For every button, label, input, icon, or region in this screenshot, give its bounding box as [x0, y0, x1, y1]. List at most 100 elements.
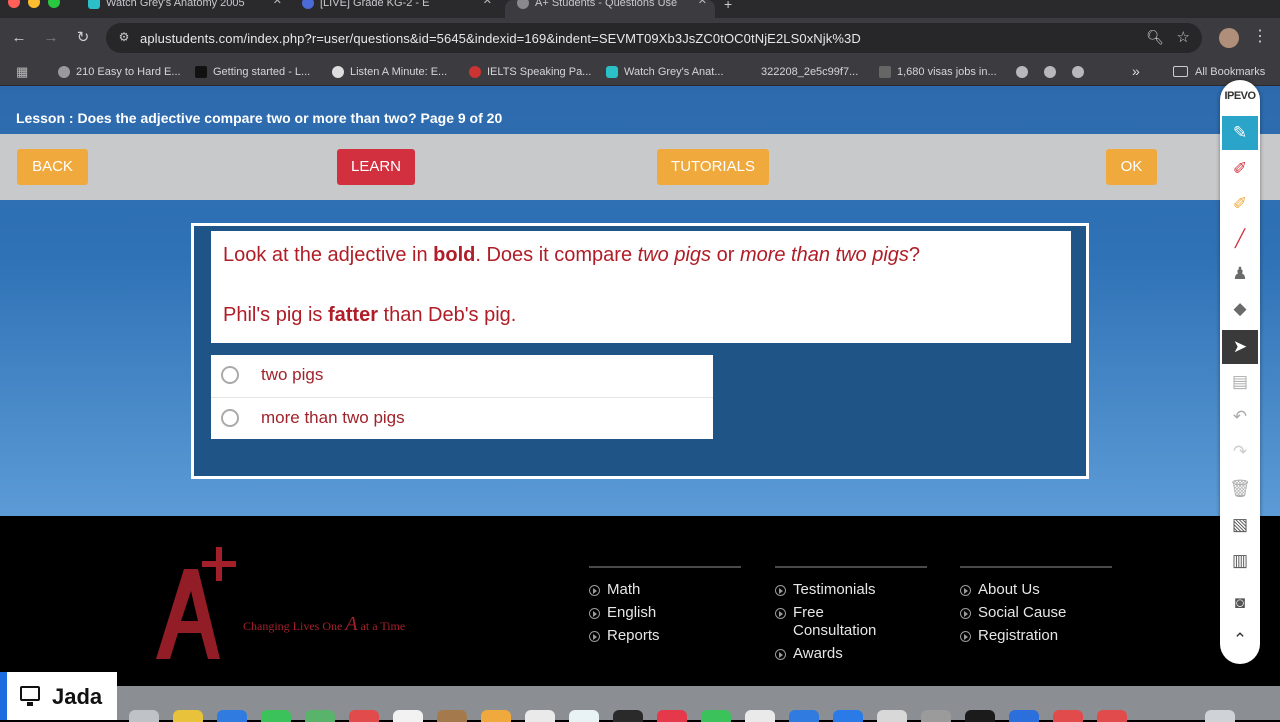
footer-link-free-consultation[interactable]: Free Consultation — [775, 604, 876, 640]
back-button[interactable]: BACK — [17, 149, 88, 185]
dock-app-icon[interactable] — [877, 710, 907, 722]
bookmark-star-icon[interactable]: ☆ — [1177, 28, 1190, 46]
dock-app-icon[interactable] — [789, 710, 819, 722]
bookmark-item[interactable]: 322208_2e5c99f7... — [743, 64, 858, 80]
footer-link-awards[interactable]: Awards — [775, 645, 843, 663]
back-arrow-icon[interactable]: ← — [9, 28, 29, 48]
whiteboard-icon[interactable]: ▧ — [1222, 508, 1258, 542]
dock-app-icon[interactable] — [745, 710, 775, 722]
more-bookmarks-icon[interactable]: » — [1132, 63, 1140, 79]
footer-link-social-cause[interactable]: Social Cause — [960, 604, 1066, 622]
bookmark-item[interactable]: Getting started - L... — [195, 64, 310, 80]
site-icon — [302, 0, 314, 9]
messages-app-icon[interactable] — [261, 710, 291, 722]
bookmark-label: 1,680 visas jobs in... — [897, 66, 997, 78]
footer-link-reports[interactable]: Reports — [589, 627, 660, 645]
camera-icon[interactable]: ◙ — [1222, 586, 1258, 620]
bookmark-item[interactable]: 1,680 visas jobs in... — [879, 64, 997, 80]
more-menu-icon[interactable]: ⋮ — [1252, 27, 1268, 47]
new-tab-icon[interactable]: + — [724, 0, 732, 12]
dock-app-icon[interactable] — [613, 710, 643, 722]
eraser-icon[interactable]: ◆ — [1222, 292, 1258, 326]
dock-app-icon[interactable] — [525, 710, 555, 722]
profile-avatar[interactable] — [1219, 28, 1239, 48]
prompt-bold: bold — [433, 244, 476, 266]
answer-option[interactable]: more than two pigs — [211, 397, 713, 439]
tab-title: A+ Students - Questions Use — [535, 0, 678, 9]
answer-option[interactable]: two pigs — [211, 355, 713, 397]
dock-app-icon[interactable] — [217, 710, 247, 722]
trash-icon[interactable]: 🗑︎ — [1222, 472, 1258, 506]
marker-icon[interactable]: ✐ — [1222, 152, 1258, 186]
music-app-icon[interactable] — [657, 710, 687, 722]
presenter-name: Jada — [52, 684, 103, 709]
minimize-window-icon[interactable] — [28, 0, 40, 8]
tab-live-grade[interactable]: [LIVE] Grade KG-2 - E ✕ — [290, 0, 500, 18]
zoom-icon[interactable]: 🔍︎ — [1146, 29, 1164, 46]
globe-icon[interactable] — [1016, 66, 1028, 78]
close-tab-icon[interactable]: ✕ — [698, 0, 707, 7]
link-label: Testimonials — [793, 581, 876, 598]
footer-link-english[interactable]: English — [589, 604, 656, 622]
link-label: Free — [793, 604, 824, 621]
trash-icon[interactable] — [1205, 710, 1235, 722]
collapse-chevron-icon[interactable]: ⌃ — [1222, 623, 1258, 657]
radio-button[interactable] — [221, 409, 239, 427]
dock-app-icon[interactable] — [1097, 710, 1127, 722]
bookmark-item[interactable]: 210 Easy to Hard E... — [58, 64, 181, 80]
close-tab-icon[interactable]: ✕ — [483, 0, 492, 7]
dock-app-icon[interactable] — [437, 710, 467, 722]
dock-app-icon[interactable] — [481, 710, 511, 722]
footer-link-math[interactable]: Math — [589, 581, 640, 599]
globe-icon[interactable] — [1072, 66, 1084, 78]
stamp-icon[interactable]: ♟ — [1222, 257, 1258, 291]
split-view-icon[interactable]: ▥ — [1222, 544, 1258, 578]
tab-aplus-students[interactable]: A+ Students - Questions Use ✕ — [505, 0, 715, 18]
bookmark-item[interactable]: Watch Grey's Anat... — [606, 64, 724, 80]
dock-app-icon[interactable] — [1053, 710, 1083, 722]
address-bar[interactable]: ⚙ aplustudents.com/index.php?r=user/ques… — [106, 23, 1202, 53]
question-sentence: Phil's pig is fatter than Deb's pig. — [223, 304, 516, 327]
dock-app-icon[interactable] — [833, 710, 863, 722]
forward-arrow-icon[interactable]: → — [41, 28, 61, 48]
dock-app-icon[interactable] — [1009, 710, 1039, 722]
dock-app-icon[interactable] — [129, 710, 159, 722]
learn-button[interactable]: LEARN — [337, 149, 415, 185]
globe-icon[interactable] — [1044, 66, 1056, 78]
prompt-text: ? — [908, 244, 921, 266]
bookmark-item[interactable]: IELTS Speaking Pa... — [469, 64, 591, 80]
reload-icon[interactable]: ↻ — [73, 28, 93, 48]
notes-app-icon[interactable] — [173, 710, 203, 722]
highlighter-icon[interactable]: ✐ — [1222, 187, 1258, 221]
bookmark-item[interactable]: Listen A Minute: E... — [332, 64, 447, 80]
footer-link-testimonials[interactable]: Testimonials — [775, 581, 876, 599]
calendar-app-icon[interactable] — [349, 710, 379, 722]
pointer-icon[interactable]: ➤ — [1222, 330, 1258, 364]
dock-app-icon[interactable] — [569, 710, 599, 722]
radio-button[interactable] — [221, 366, 239, 384]
close-window-icon[interactable] — [8, 0, 20, 8]
undo-icon[interactable]: ↶ — [1222, 400, 1258, 434]
tab-greys-anatomy[interactable]: Watch Grey's Anatomy 2005 ✕ — [76, 0, 290, 18]
line-tool-icon[interactable]: ╱ — [1222, 222, 1258, 256]
footer-link-registration[interactable]: Registration — [960, 627, 1058, 645]
zoom-window-icon[interactable] — [48, 0, 60, 8]
toolbox-icon[interactable]: ▤ — [1222, 365, 1258, 399]
dock-app-icon[interactable] — [701, 710, 731, 722]
site-info-icon[interactable]: ⚙ — [116, 29, 132, 45]
question-prompt: Look at the adjective in bold. Does it c… — [223, 244, 920, 267]
close-tab-icon[interactable]: ✕ — [273, 0, 282, 7]
annotate-mode-icon[interactable]: ✎ — [1222, 116, 1258, 150]
settings-app-icon[interactable] — [921, 710, 951, 722]
photos-app-icon[interactable] — [393, 710, 423, 722]
tutorials-button[interactable]: TUTORIALS — [657, 149, 769, 185]
ok-button[interactable]: OK — [1106, 149, 1157, 185]
dock-app-icon[interactable] — [965, 710, 995, 722]
all-bookmarks[interactable]: All Bookmarks — [1173, 64, 1265, 80]
answer-label: more than two pigs — [261, 408, 405, 427]
redo-icon[interactable]: ↷ — [1222, 435, 1258, 469]
footer-column-info: Testimonials Free Consultation Awards — [775, 566, 927, 662]
maps-app-icon[interactable] — [305, 710, 335, 722]
apps-grid-icon[interactable]: ▦ — [16, 64, 28, 80]
footer-link-about-us[interactable]: About Us — [960, 581, 1040, 599]
